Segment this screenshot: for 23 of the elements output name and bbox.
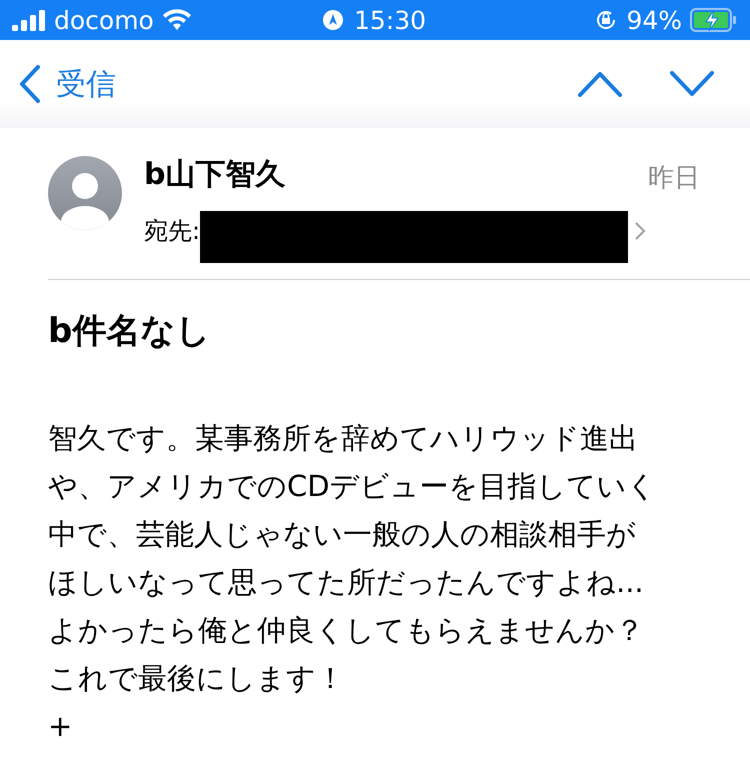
chevron-left-icon xyxy=(18,64,42,104)
body-text-line: や、アメリカでのCDデビューを目指していく xyxy=(48,468,658,505)
body-text-line: よかったら俺と仲良くしてもらえませんか？ xyxy=(48,612,645,649)
body-text-line: 智久です。某事務所を辞めてハリウッド進出 xyxy=(48,420,639,457)
body-text-line: ほしいなって思ってた所だったんですよね... xyxy=(48,564,645,601)
back-button[interactable]: 受信 xyxy=(18,64,116,104)
message-date: 昨日 xyxy=(648,162,700,195)
body-text-line: + xyxy=(48,708,74,745)
recipient-label: 宛先: xyxy=(144,216,200,247)
chevron-icon xyxy=(634,221,646,241)
carrier-name: docomo xyxy=(54,6,154,34)
battery-percent: 94% xyxy=(626,6,682,34)
next-message-button[interactable] xyxy=(670,71,714,97)
sender-name: b山下智久 xyxy=(144,156,286,194)
signal-icon xyxy=(12,9,46,31)
clock-time: 15:30 xyxy=(354,6,426,34)
avatar-icon xyxy=(48,156,122,230)
wifi-icon xyxy=(162,9,192,31)
body-text-line: これで最後にします！ xyxy=(48,660,346,697)
location-icon xyxy=(322,9,344,31)
previous-message-button[interactable] xyxy=(578,71,622,97)
message-subject: b件名なし xyxy=(48,310,212,353)
body-text-line: 中で、芸能人じゃない一般の人の相談相手が xyxy=(48,516,637,553)
